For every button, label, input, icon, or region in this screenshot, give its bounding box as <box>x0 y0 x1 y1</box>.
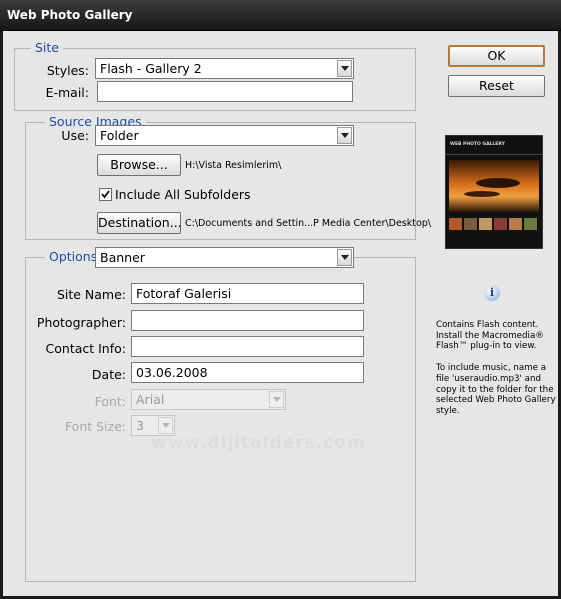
dialog-window: Web Photo Gallery Site Styles: Flash - G… <box>0 0 561 599</box>
info-icon: i <box>484 285 500 301</box>
chevron-down-icon <box>158 417 173 434</box>
checkmark-icon <box>101 190 110 199</box>
options-value: Banner <box>100 250 145 265</box>
contact-info-field[interactable] <box>131 336 364 357</box>
styles-value: Flash - Gallery 2 <box>100 61 202 76</box>
reset-button[interactable]: Reset <box>448 75 545 97</box>
info-text: Contains Flash content. Install the Macr… <box>436 320 556 417</box>
flash-note: Contains Flash content. Install the Macr… <box>436 320 544 352</box>
watermark: www.dijitalders.com <box>151 433 366 453</box>
destination-path: C:\Documents and Settin...P Media Center… <box>185 218 432 229</box>
font-size-value: 3 <box>136 418 144 433</box>
preview-image <box>446 136 542 248</box>
preview-title: WEB PHOTO GALLERY <box>450 142 505 147</box>
include-subfolders-checkbox[interactable] <box>99 188 112 201</box>
date-field[interactable]: 03.06.2008 <box>131 362 364 383</box>
photographer-label: Photographer: <box>36 315 126 330</box>
include-subfolders-label[interactable]: Include All Subfolders <box>115 187 251 202</box>
style-preview-thumbnail: WEB PHOTO GALLERY <box>445 135 543 249</box>
options-select[interactable]: Banner <box>95 247 354 268</box>
email-label: E-mail: <box>45 85 89 100</box>
font-value: Arial <box>136 392 165 407</box>
font-size-label: Font Size: <box>64 419 126 434</box>
email-field[interactable] <box>97 81 353 102</box>
ok-button[interactable]: OK <box>448 45 545 67</box>
browse-button[interactable]: Browse... <box>97 154 181 176</box>
chevron-down-icon[interactable] <box>337 249 352 266</box>
window-title: Web Photo Gallery <box>7 8 133 22</box>
dialog-body: Site Styles: Flash - Gallery 2 E-mail: S… <box>3 31 558 596</box>
font-label: Font: <box>94 394 126 409</box>
styles-select[interactable]: Flash - Gallery 2 <box>95 58 354 79</box>
music-note: To include music, name a file 'useraudio… <box>436 363 556 416</box>
site-name-field[interactable]: Fotoraf Galerisi <box>131 283 364 304</box>
title-bar[interactable]: Web Photo Gallery <box>0 0 561 31</box>
contact-info-label: Contact Info: <box>45 341 126 356</box>
browse-path: H:\Vista Resimlerim\ <box>185 160 282 171</box>
site-legend: Site <box>31 40 63 55</box>
site-name-label: Site Name: <box>56 287 126 302</box>
photographer-field[interactable] <box>131 310 364 331</box>
font-select[interactable]: Arial <box>131 389 286 410</box>
use-value: Folder <box>100 128 139 143</box>
chevron-down-icon <box>269 391 284 408</box>
chevron-down-icon[interactable] <box>337 127 352 144</box>
date-label: Date: <box>91 367 126 382</box>
use-label: Use: <box>61 128 89 143</box>
chevron-down-icon[interactable] <box>337 60 352 77</box>
use-select[interactable]: Folder <box>95 125 354 146</box>
styles-label: Styles: <box>46 63 89 78</box>
destination-button[interactable]: Destination... <box>97 212 182 234</box>
